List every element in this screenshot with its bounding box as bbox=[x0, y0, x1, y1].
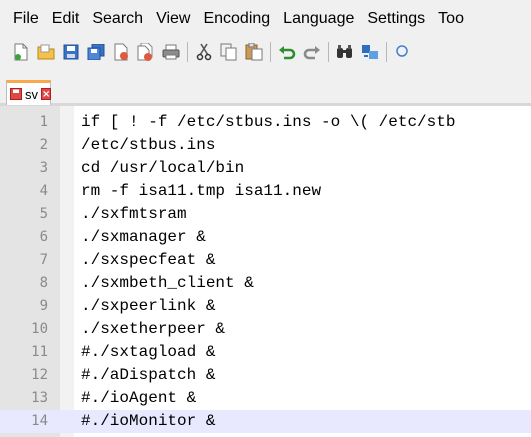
line-number: 10 bbox=[31, 321, 48, 337]
line-text: #./ioMonitor & bbox=[81, 412, 216, 430]
code-line[interactable]: 6 ./sxmanager & bbox=[0, 226, 531, 249]
undo-icon[interactable] bbox=[277, 42, 297, 62]
open-file-icon[interactable] bbox=[36, 42, 56, 62]
save-all-icon[interactable] bbox=[86, 42, 106, 62]
line-text: rm -f isa11.tmp isa11.new bbox=[81, 182, 322, 200]
close-icon[interactable]: × bbox=[41, 88, 52, 100]
line-number: 14 bbox=[31, 413, 48, 429]
line-number: 4 bbox=[39, 183, 48, 199]
line-number: 2 bbox=[39, 137, 48, 153]
line-text: cd /usr/local/bin bbox=[81, 159, 245, 177]
line-text: #./aDispatch & bbox=[81, 366, 216, 384]
close-all-icon[interactable] bbox=[136, 42, 156, 62]
replace-icon[interactable] bbox=[360, 42, 380, 62]
line-number: 13 bbox=[31, 390, 48, 406]
line-text: ./sxetherpeer & bbox=[81, 320, 226, 338]
tab-label: sv bbox=[25, 86, 38, 102]
toolbar-separator bbox=[187, 42, 188, 62]
code-line[interactable]: 8 ./sxmbeth_client & bbox=[0, 272, 531, 295]
line-number: 12 bbox=[31, 367, 48, 383]
menu-edit[interactable]: Edit bbox=[39, 10, 80, 28]
line-number: 7 bbox=[39, 252, 48, 268]
toolbar-separator bbox=[328, 42, 329, 62]
code-line[interactable]: 13 #./ioAgent & bbox=[0, 387, 531, 410]
line-number: 8 bbox=[39, 275, 48, 291]
menu-settings[interactable]: Settings bbox=[354, 10, 425, 28]
code-line[interactable]: 3 cd /usr/local/bin bbox=[0, 157, 531, 180]
code-line[interactable]: 7 ./sxspecfeat & bbox=[0, 249, 531, 272]
toolbar-separator bbox=[270, 42, 271, 62]
line-number: 11 bbox=[31, 344, 48, 360]
code-line[interactable]: 4 rm -f isa11.tmp isa11.new bbox=[0, 180, 531, 203]
line-text: #./ioAgent & bbox=[81, 389, 197, 407]
menu-bar: File Edit Search View Encoding Language … bbox=[0, 0, 531, 38]
code-line[interactable]: 5 ./sxfmtsram bbox=[0, 203, 531, 226]
tab-sv[interactable]: sv × bbox=[6, 80, 52, 105]
menu-tools[interactable]: Too bbox=[425, 10, 464, 28]
current-code-line[interactable]: 14 #./ioMonitor & bbox=[0, 410, 531, 433]
save-icon[interactable] bbox=[61, 42, 81, 62]
line-text: ./sxfmtsram bbox=[81, 205, 187, 223]
line-number: 1 bbox=[39, 114, 48, 130]
line-text: #./sxtagload & bbox=[81, 343, 216, 361]
new-file-icon[interactable] bbox=[11, 42, 31, 62]
close-icon[interactable] bbox=[111, 42, 131, 62]
tab-bar: sv × bbox=[0, 66, 531, 106]
redo-icon[interactable] bbox=[302, 42, 322, 62]
menu-encoding[interactable]: Encoding bbox=[190, 10, 270, 28]
editor[interactable]: 1 if [ ! -f /etc/stbus.ins -o \( /etc/st… bbox=[0, 106, 531, 437]
line-number: 3 bbox=[39, 160, 48, 176]
line-text: ./sxspecfeat & bbox=[81, 251, 216, 269]
line-number: 9 bbox=[39, 298, 48, 314]
line-text: ./sxmanager & bbox=[81, 228, 206, 246]
menu-language[interactable]: Language bbox=[270, 10, 354, 28]
toolbar bbox=[0, 38, 531, 66]
cut-icon[interactable] bbox=[194, 42, 214, 62]
menu-view[interactable]: View bbox=[143, 10, 190, 28]
code-line[interactable]: 9 ./sxpeerlink & bbox=[0, 295, 531, 318]
line-text: /etc/stbus.ins bbox=[81, 136, 216, 154]
code-line[interactable]: 12 #./aDispatch & bbox=[0, 364, 531, 387]
code-line[interactable]: 11 #./sxtagload & bbox=[0, 341, 531, 364]
find-icon[interactable] bbox=[335, 42, 355, 62]
zoom-icon[interactable] bbox=[393, 42, 413, 62]
line-number: 5 bbox=[39, 206, 48, 222]
toolbar-separator bbox=[386, 42, 387, 62]
line-number: 6 bbox=[39, 229, 48, 245]
save-icon bbox=[10, 85, 22, 104]
menu-search[interactable]: Search bbox=[79, 10, 143, 28]
print-icon[interactable] bbox=[161, 42, 181, 62]
paste-icon[interactable] bbox=[244, 42, 264, 62]
line-text: if [ ! -f /etc/stbus.ins -o \( /etc/stb bbox=[81, 113, 456, 131]
code-line[interactable]: 2 /etc/stbus.ins bbox=[0, 134, 531, 157]
copy-icon[interactable] bbox=[219, 42, 239, 62]
line-text: ./sxmbeth_client & bbox=[81, 274, 254, 292]
menu-file[interactable]: File bbox=[0, 10, 39, 28]
line-text: ./sxpeerlink & bbox=[81, 297, 216, 315]
code-line[interactable]: 10 ./sxetherpeer & bbox=[0, 318, 531, 341]
code-line[interactable]: 1 if [ ! -f /etc/stbus.ins -o \( /etc/st… bbox=[0, 111, 531, 134]
